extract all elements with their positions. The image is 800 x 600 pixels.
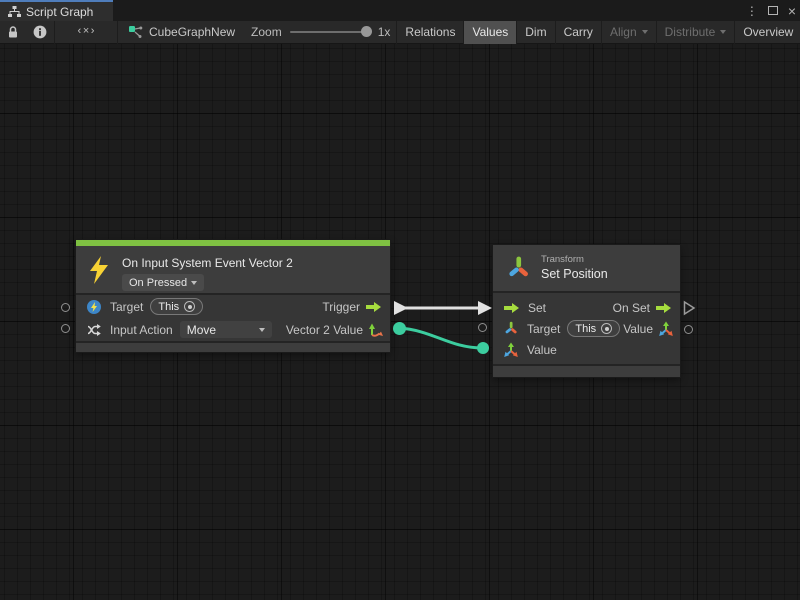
node-body: Set On Set Target This bbox=[493, 293, 680, 364]
node-title: On Input System Event Vector 2 bbox=[122, 256, 293, 270]
node-on-input-system-event[interactable]: On Input System Event Vector 2 On Presse… bbox=[76, 240, 390, 352]
tab-script-graph[interactable]: Script Graph bbox=[0, 0, 113, 21]
input-action-value: Move bbox=[187, 323, 216, 337]
zoom-slider[interactable] bbox=[290, 31, 370, 33]
target-object-value: This bbox=[158, 301, 179, 313]
port-set-input[interactable] bbox=[478, 301, 492, 315]
button-label: Align bbox=[610, 25, 637, 39]
port-label: Vector 2 Value bbox=[286, 323, 363, 337]
graph-canvas[interactable]: On Input System Event Vector 2 On Presse… bbox=[0, 44, 800, 600]
port-row-set: Set On Set bbox=[493, 297, 680, 318]
tab-bar: Script Graph ⋮ × bbox=[0, 0, 800, 21]
zoom-slider-handle[interactable] bbox=[361, 26, 372, 37]
port-row-input-action: Input Action Move Vector 2 Value bbox=[76, 318, 390, 341]
chevron-down-icon bbox=[191, 281, 197, 285]
window-menu-icon[interactable]: ⋮ bbox=[746, 5, 758, 17]
lock-icon bbox=[7, 25, 19, 39]
node-header[interactable]: Transform Set Position bbox=[493, 245, 680, 291]
event-target-icon bbox=[86, 299, 102, 315]
tab-title: Script Graph bbox=[26, 5, 93, 19]
lock-button[interactable] bbox=[0, 21, 26, 44]
toolbar-button-dim[interactable]: Dim bbox=[517, 21, 554, 44]
window-maximize-icon[interactable] bbox=[768, 6, 778, 15]
node-set-position[interactable]: Transform Set Position Set On Set bbox=[493, 245, 680, 377]
button-label: Relations bbox=[405, 25, 455, 39]
node-header[interactable]: On Input System Event Vector 2 On Presse… bbox=[76, 246, 390, 293]
button-label: Overview bbox=[743, 25, 793, 39]
button-label: Distribute bbox=[665, 25, 716, 39]
port-label: Trigger bbox=[322, 300, 360, 314]
target-object-field[interactable]: This bbox=[567, 320, 620, 337]
node-title: Set Position bbox=[541, 267, 608, 281]
port-value-input[interactable] bbox=[477, 342, 489, 354]
vector3-icon bbox=[658, 321, 674, 337]
info-icon bbox=[33, 25, 47, 39]
code-icon: ‹×› bbox=[76, 26, 96, 38]
port-input-action-input[interactable] bbox=[61, 324, 70, 333]
lightning-bolt-icon bbox=[88, 255, 110, 285]
window-controls: ⋮ × bbox=[746, 0, 796, 21]
port-label: Input Action bbox=[110, 323, 173, 337]
button-label: Carry bbox=[564, 25, 593, 39]
flow-arrow-icon bbox=[655, 302, 672, 314]
object-picker-icon[interactable] bbox=[184, 301, 195, 312]
port-target-input[interactable] bbox=[61, 303, 70, 312]
port-label: Value bbox=[527, 343, 557, 357]
port-on-set-output[interactable] bbox=[683, 300, 696, 316]
flow-arrow-icon bbox=[503, 302, 520, 314]
variables-button[interactable]: ‹×› bbox=[55, 21, 117, 44]
port-label: On Set bbox=[613, 301, 650, 315]
toolbar-button-distribute[interactable]: Distribute bbox=[657, 21, 735, 44]
graph-name-label: CubeGraphNew bbox=[149, 25, 235, 39]
port-vector2-output[interactable] bbox=[393, 322, 406, 335]
port-label: Value bbox=[623, 322, 653, 336]
zoom-label: Zoom bbox=[251, 25, 282, 39]
transform-mini-icon bbox=[503, 320, 519, 337]
node-category: Transform bbox=[541, 254, 584, 265]
port-trigger-output[interactable] bbox=[394, 301, 408, 315]
chevron-down-icon bbox=[642, 30, 648, 34]
port-label: Target bbox=[110, 300, 143, 314]
port-row-target: Target This Trigger bbox=[76, 295, 390, 318]
graph-name-button[interactable]: CubeGraphNew bbox=[118, 21, 245, 44]
input-action-icon bbox=[86, 322, 102, 338]
event-type-value: On Pressed bbox=[129, 277, 187, 289]
chevron-down-icon bbox=[720, 30, 726, 34]
toolbar-button-overview[interactable]: Overview bbox=[735, 21, 800, 44]
button-label: Dim bbox=[525, 25, 546, 39]
event-type-dropdown[interactable]: On Pressed bbox=[122, 274, 204, 291]
port-target2-input[interactable] bbox=[478, 323, 487, 332]
vector2-icon bbox=[368, 322, 384, 338]
port-row-target: Target This Value bbox=[493, 318, 680, 339]
transform-icon bbox=[505, 254, 532, 282]
zoom-control: Zoom 1x bbox=[245, 25, 396, 39]
inspect-button[interactable] bbox=[26, 21, 54, 44]
port-label: Target bbox=[527, 322, 560, 336]
zoom-value: 1x bbox=[378, 25, 391, 39]
input-action-dropdown[interactable]: Move bbox=[180, 321, 272, 338]
graph-asset-icon bbox=[128, 25, 143, 40]
toolbar-button-align[interactable]: Align bbox=[602, 21, 656, 44]
value-connection-wire[interactable] bbox=[399, 328, 482, 348]
node-footer bbox=[493, 366, 680, 377]
port-row-value: Value bbox=[493, 339, 680, 360]
toolbar-button-values[interactable]: Values bbox=[464, 21, 516, 44]
script-graph-window: Script Graph ⋮ × ‹×› bbox=[0, 0, 800, 600]
button-label: Values bbox=[472, 25, 508, 39]
port-label: Set bbox=[528, 301, 546, 315]
node-body: Target This Trigger bbox=[76, 295, 390, 341]
vector3-icon bbox=[503, 342, 519, 358]
port-value-output[interactable] bbox=[684, 325, 693, 334]
node-footer bbox=[76, 343, 390, 352]
script-graph-icon bbox=[8, 6, 21, 17]
graph-toolbar: ‹×› CubeGraphNew Zoom 1x Relations Value… bbox=[0, 21, 800, 44]
toolbar-button-relations[interactable]: Relations bbox=[397, 21, 463, 44]
toolbar-button-carry[interactable]: Carry bbox=[556, 21, 601, 44]
target-object-value: This bbox=[575, 323, 596, 335]
object-picker-icon[interactable] bbox=[601, 323, 612, 334]
flow-arrow-icon bbox=[365, 301, 382, 313]
window-close-icon[interactable]: × bbox=[788, 4, 796, 18]
chevron-down-icon bbox=[259, 328, 265, 332]
target-object-field[interactable]: This bbox=[150, 298, 203, 315]
